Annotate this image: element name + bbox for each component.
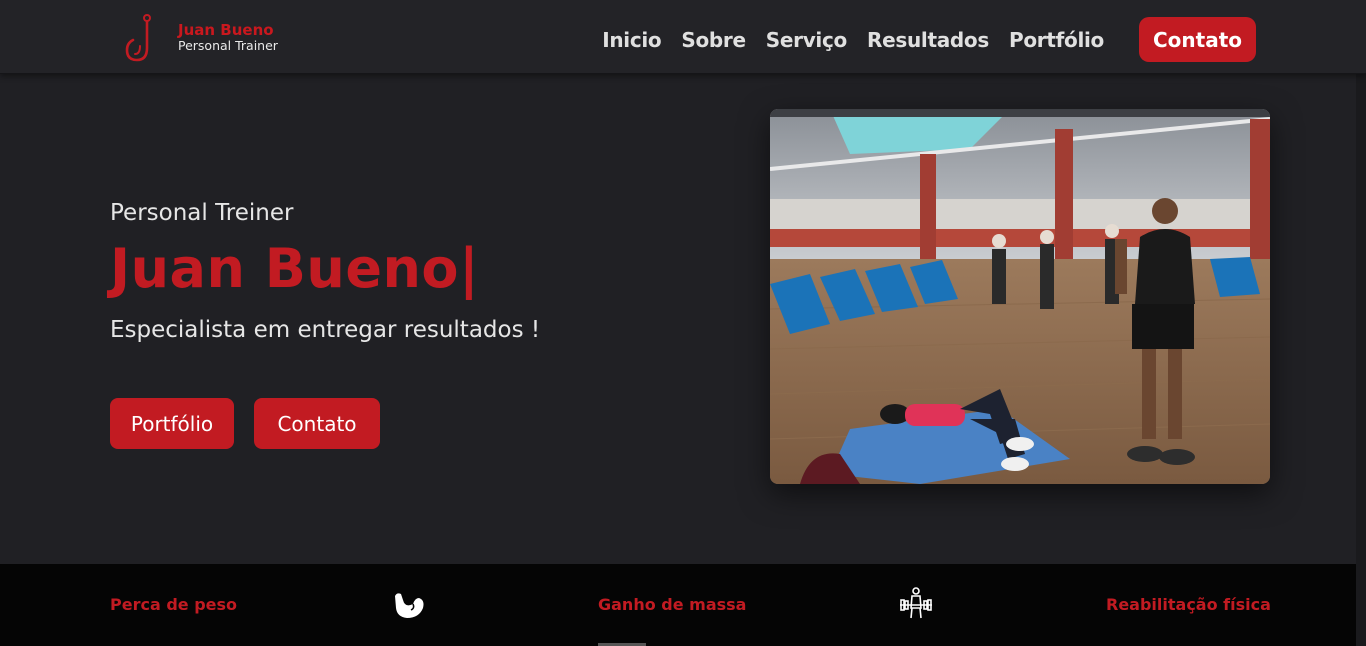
- nav-item-sobre[interactable]: Sobre: [681, 28, 746, 52]
- nav-contact-button[interactable]: Contato: [1139, 17, 1256, 62]
- nav-item-portfolio[interactable]: Portfólio: [1009, 28, 1104, 52]
- main-nav: Inicio Sobre Serviço Resultados Portfóli…: [602, 28, 1104, 52]
- service-weight-loss[interactable]: Perca de peso: [110, 595, 237, 614]
- contact-button[interactable]: Contato: [254, 398, 380, 449]
- weightlifter-icon: [900, 587, 932, 619]
- logo[interactable]: Juan Bueno Personal Trainer: [120, 12, 278, 64]
- logo-subtitle: Personal Trainer: [178, 38, 278, 54]
- hero-name: Juan Bueno|: [110, 237, 480, 300]
- portfolio-button[interactable]: Portfólio: [110, 398, 234, 449]
- logo-icon: [125, 14, 151, 62]
- nav-item-servico[interactable]: Serviço: [766, 28, 848, 52]
- nav-item-inicio[interactable]: Inicio: [602, 28, 661, 52]
- site-header: Juan Bueno Personal Trainer Inicio Sobre…: [0, 0, 1366, 74]
- hero-photo: [770, 109, 1270, 484]
- hero-kicker: Personal Treiner: [110, 200, 294, 226]
- service-rehab[interactable]: Reabilitação física: [1106, 595, 1271, 614]
- flexed-arm-icon: [395, 593, 424, 618]
- service-muscle-gain[interactable]: Ganho de massa: [598, 595, 746, 614]
- logo-text: Juan Bueno Personal Trainer: [178, 21, 278, 54]
- page-scrollbar[interactable]: [1356, 0, 1366, 646]
- logo-name: Juan Bueno: [178, 21, 274, 40]
- hero-tagline: Especialista em entregar resultados !: [110, 317, 541, 343]
- nav-item-resultados[interactable]: Resultados: [867, 28, 989, 52]
- trainer-class-photo: [770, 109, 1270, 484]
